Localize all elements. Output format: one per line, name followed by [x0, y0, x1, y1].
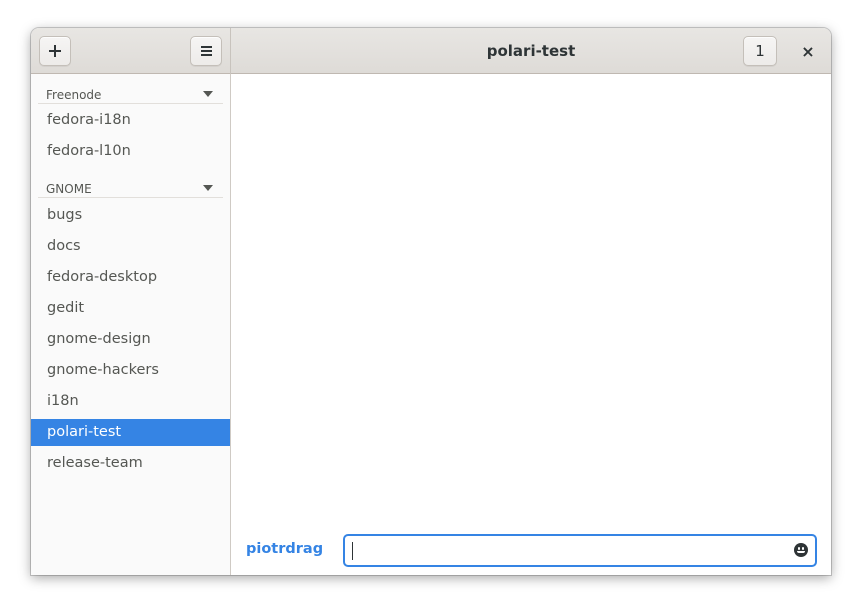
network-name: Freenode: [46, 88, 102, 102]
room-item-gnome-hackers[interactable]: gnome-hackers: [31, 357, 230, 384]
close-icon: ×: [801, 41, 815, 61]
room-item-fedora-desktop[interactable]: fedora-desktop: [31, 264, 230, 291]
plus-icon: [49, 45, 61, 57]
chat-view: piotrdrag: [231, 74, 831, 575]
room-item-release-team[interactable]: release-team: [31, 450, 230, 477]
text-cursor: [352, 542, 353, 560]
window-title: polari-test: [486, 42, 576, 60]
emoji-icon[interactable]: [794, 543, 808, 557]
add-room-button[interactable]: [39, 36, 71, 66]
room-item-docs[interactable]: docs: [31, 233, 230, 260]
app-window: polari-test 1 × Freenode fedora-i18n fed…: [31, 28, 831, 575]
message-entry[interactable]: [343, 534, 817, 567]
room-list-sidebar: Freenode fedora-i18n fedora-l10n GNOME b…: [31, 74, 231, 575]
collapse-arrow-icon[interactable]: [203, 91, 213, 97]
hamburger-menu-icon: [200, 46, 212, 56]
header-bar: polari-test 1 ×: [31, 28, 831, 74]
room-item-gedit[interactable]: gedit: [31, 295, 230, 322]
room-item-fedora-l10n[interactable]: fedora-l10n: [31, 138, 230, 165]
network-header-gnome[interactable]: GNOME: [38, 170, 223, 198]
close-button[interactable]: ×: [793, 36, 823, 66]
room-item-polari-test[interactable]: polari-test: [31, 419, 230, 446]
room-item-bugs[interactable]: bugs: [31, 202, 230, 229]
network-name: GNOME: [46, 182, 92, 196]
room-item-gnome-design[interactable]: gnome-design: [31, 326, 230, 353]
main-menu-button[interactable]: [190, 36, 222, 66]
collapse-arrow-icon[interactable]: [203, 185, 213, 191]
room-item-i18n[interactable]: i18n: [31, 388, 230, 415]
room-item-fedora-i18n[interactable]: fedora-i18n: [31, 107, 230, 134]
user-count-label: 1: [755, 42, 765, 60]
user-list-button[interactable]: 1: [743, 36, 777, 66]
message-input[interactable]: [355, 539, 779, 565]
network-header-freenode[interactable]: Freenode: [38, 76, 223, 104]
nick-button[interactable]: piotrdrag: [246, 541, 323, 557]
